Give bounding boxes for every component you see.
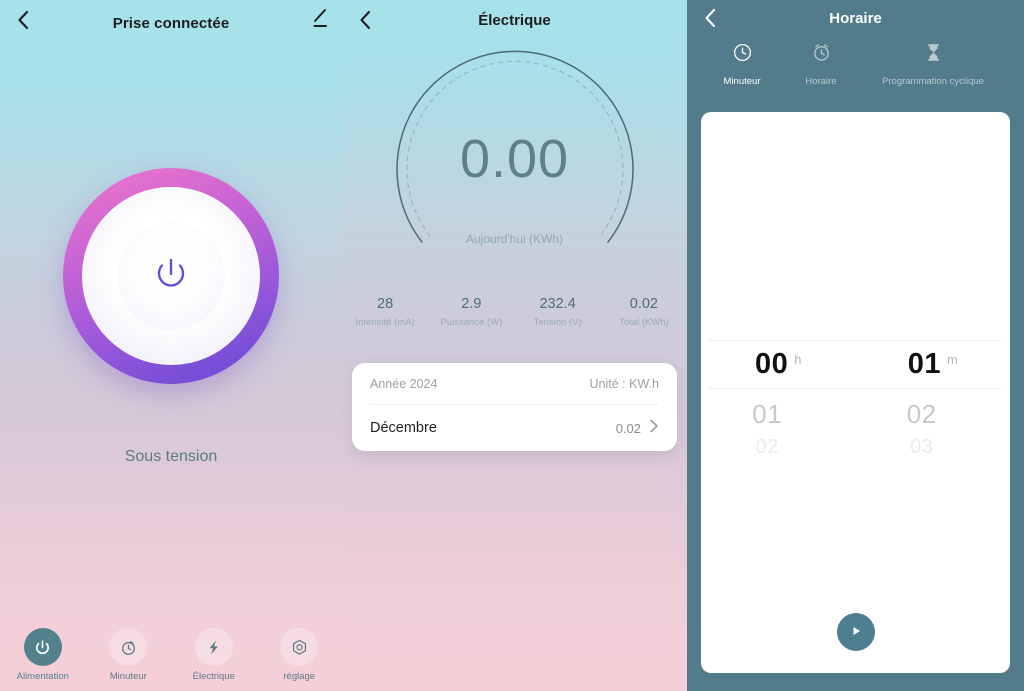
- play-icon: [849, 624, 863, 641]
- metric-label: Intensité (mA): [355, 317, 415, 328]
- month-value: 0.02: [615, 420, 641, 436]
- screenshot-root: Prise connectée Sous tension Alimentatio…: [0, 0, 1024, 691]
- table-row[interactable]: Décembre 0.02: [370, 405, 659, 451]
- duration-picker[interactable]: 00 h 01 02 01 m 02 03: [701, 340, 1010, 550]
- tab-minuteur[interactable]: Minuteur: [86, 628, 172, 682]
- tab-label: Électrique: [192, 671, 235, 682]
- metric-value: 2.9: [461, 296, 482, 312]
- settings-hexagon-icon: [280, 628, 319, 666]
- picker-selected-minute: 01 m: [856, 340, 1011, 388]
- unit-label: Unité : KW.h: [589, 376, 659, 391]
- metric-value: 232.4: [539, 296, 576, 312]
- picker-minute-next[interactable]: 02: [856, 394, 1011, 434]
- picker-minute-after[interactable]: 03: [856, 432, 1011, 462]
- tab-label: Programmation cyclique: [882, 76, 984, 87]
- hour-value: 00: [755, 347, 789, 380]
- schedule-header: Horaire: [687, 0, 1024, 36]
- gauge-unit-label: Aujourd'hui (KWh): [466, 232, 563, 246]
- lightning-bolt-icon: [194, 628, 233, 666]
- picker-hour-after[interactable]: 02: [701, 432, 856, 462]
- metric-label: Total (KWh): [619, 317, 669, 328]
- power-header: Prise connectée: [0, 0, 342, 46]
- row-value-group: 0.02: [616, 419, 659, 438]
- panel-smart-plug-power: Prise connectée Sous tension Alimentatio…: [0, 0, 342, 691]
- metric-puissance: 2.9 Puissance (W): [428, 296, 514, 328]
- panel-schedule: Horaire Minuteur Horaire Programmation c…: [687, 0, 1024, 691]
- alarm-clock-icon: [811, 42, 832, 68]
- back-chevron-icon[interactable]: [352, 6, 380, 34]
- metric-label: Puissance (W): [440, 317, 503, 328]
- power-button-inner: [82, 187, 260, 365]
- metric-label: Tension (V): [533, 317, 582, 328]
- tab-programmation-cyclique[interactable]: Programmation cyclique: [859, 42, 1007, 87]
- picker-column-minutes[interactable]: 01 m 02 03: [856, 340, 1011, 550]
- metric-tension: 232.4 Tension (V): [515, 296, 601, 328]
- tab-minuteur[interactable]: Minuteur: [701, 42, 783, 87]
- clock-icon: [732, 42, 753, 68]
- panel-electricity: Électrique 0.00 Aujourd'hui (KWh) 28 Int…: [342, 0, 687, 691]
- tab-aleatoire[interactable]: Aléatoire: [1007, 42, 1024, 87]
- year-label: Année 2024: [370, 376, 438, 391]
- monthly-energy-card: Année 2024 Unité : KW.h Décembre 0.02: [352, 363, 677, 451]
- gauge-value: 0.00: [459, 129, 570, 189]
- power-toggle-button[interactable]: [63, 168, 279, 384]
- pencil-edit-icon[interactable]: [306, 6, 330, 30]
- hour-suffix: h: [794, 352, 802, 367]
- tab-label: réglage: [283, 671, 316, 682]
- tab-horaire[interactable]: Horaire: [783, 42, 859, 87]
- stopwatch-icon: [109, 628, 148, 666]
- power-button-core: [117, 222, 225, 330]
- back-chevron-icon[interactable]: [10, 6, 38, 34]
- power-icon: [23, 628, 62, 666]
- metric-intensite: 28 Intensité (mA): [342, 296, 428, 328]
- power-icon: [145, 248, 197, 305]
- schedule-card: 00 h 01 02 01 m 02 03: [701, 112, 1010, 673]
- bottom-tab-bar: Alimentation Minuteur Électrique réglage: [0, 619, 342, 691]
- minute-suffix: m: [946, 352, 958, 367]
- metric-value: 28: [377, 296, 394, 312]
- minute-value: 01: [907, 347, 941, 380]
- tab-reglage[interactable]: réglage: [257, 628, 343, 682]
- tab-alimentation[interactable]: Alimentation: [0, 628, 86, 682]
- hourglass-icon: [923, 42, 944, 68]
- tab-electrique[interactable]: Électrique: [171, 628, 257, 682]
- device-status-text: Sous tension: [124, 448, 218, 465]
- picker-column-hours[interactable]: 00 h 01 02: [701, 340, 856, 550]
- metrics-row: 28 Intensité (mA) 2.9 Puissance (W) 232.…: [342, 296, 687, 328]
- picker-hour-next[interactable]: 01: [701, 394, 856, 434]
- start-timer-button[interactable]: [836, 613, 875, 651]
- tab-label: Minuteur: [723, 76, 761, 87]
- energy-card-header: Année 2024 Unité : KW.h: [370, 363, 659, 405]
- metric-total: 0.02 Total (KWh): [601, 296, 687, 328]
- chevron-right-icon: [649, 419, 659, 438]
- month-label: Décembre: [370, 420, 437, 436]
- metric-value: 0.02: [629, 296, 658, 312]
- back-chevron-icon[interactable]: [697, 4, 725, 32]
- tab-label: Horaire: [805, 76, 837, 87]
- schedule-tab-bar: Minuteur Horaire Programmation cyclique …: [701, 42, 1024, 87]
- page-title: Prise connectée: [112, 14, 230, 32]
- power-button-area: [0, 168, 342, 384]
- picker-selected-hour: 00 h: [701, 340, 856, 388]
- tab-label: Minuteur: [109, 671, 147, 682]
- page-title: Horaire: [829, 9, 882, 27]
- tab-label: Alimentation: [16, 671, 69, 682]
